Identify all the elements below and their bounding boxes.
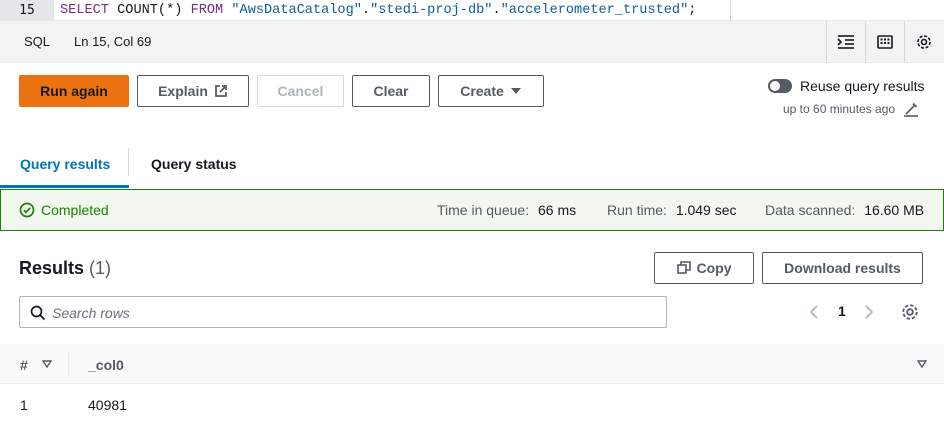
run-again-button[interactable]: Run again: [19, 75, 129, 107]
results-table-header: # _col0: [0, 344, 944, 384]
table-settings-icon[interactable]: [901, 303, 919, 321]
line-number: 15: [0, 0, 54, 21]
run-time-label: Run time:: [607, 202, 667, 218]
query-catalog: "AwsDataCatalog": [231, 3, 362, 18]
explain-button[interactable]: Explain: [137, 75, 249, 107]
query-function: COUNT(*): [117, 3, 183, 18]
column-header-col0[interactable]: _col0: [88, 357, 124, 373]
language-label: SQL: [24, 34, 51, 49]
search-icon: [30, 305, 46, 321]
run-again-label: Run again: [40, 83, 108, 99]
tab-query-results[interactable]: Query results: [20, 139, 110, 189]
query-keyword-from: FROM: [190, 3, 224, 18]
results-count: (1): [89, 258, 112, 278]
reuse-results-label: Reuse query results: [800, 78, 925, 94]
sql-editor-line[interactable]: 15 SELECT COUNT(*) FROM "AwsDataCatalog"…: [0, 0, 944, 21]
data-scanned: Data scanned: 16.60 MB: [765, 202, 924, 218]
reuse-results-toggle[interactable]: [768, 79, 792, 93]
indent-icon[interactable]: [826, 21, 865, 63]
run-time: Run time: 1.049 sec: [607, 202, 737, 218]
search-rows-input[interactable]: Search rows: [19, 296, 667, 328]
explain-label: Explain: [158, 83, 208, 99]
clear-label: Clear: [373, 83, 409, 99]
query-table: "accelerometer_trusted": [500, 3, 689, 18]
settings-icon[interactable]: [904, 21, 943, 63]
status-badge: Completed: [19, 202, 109, 218]
active-tab-indicator: [0, 185, 129, 188]
previous-page-icon[interactable]: [808, 305, 820, 319]
time-in-queue-value: 66 ms: [537, 202, 577, 218]
sort-icon[interactable]: [42, 360, 52, 368]
sort-icon[interactable]: [917, 360, 927, 368]
external-link-icon: [214, 85, 227, 97]
cancel-label: Cancel: [277, 83, 324, 99]
query-status-bar: Completed Time in queue: 66 ms Run time:…: [0, 189, 944, 231]
column-divider: [68, 352, 69, 376]
caret-down-icon: [510, 88, 521, 94]
query-terminator: ;: [688, 3, 697, 18]
editor-ruler: [730, 0, 731, 21]
time-in-queue-label: Time in queue:: [437, 202, 530, 218]
next-page-icon[interactable]: [863, 305, 875, 319]
column-header-index: #: [20, 357, 28, 373]
query-schema: "stedi-proj-db": [370, 3, 493, 18]
run-time-value: 1.049 sec: [675, 202, 737, 218]
current-page[interactable]: 1: [838, 303, 846, 319]
copy-label: Copy: [696, 260, 732, 276]
row-value-col0: 40981: [88, 397, 127, 413]
edit-icon[interactable]: [903, 101, 919, 117]
status-text: Completed: [41, 202, 109, 218]
results-title: Results: [19, 258, 85, 278]
download-results-button[interactable]: Download results: [762, 252, 923, 284]
cursor-position: Ln 15, Col 69: [74, 34, 152, 49]
keyboard-icon[interactable]: [865, 21, 904, 63]
query-keyword-select: SELECT: [60, 3, 109, 18]
time-in-queue: Time in queue: 66 ms: [437, 202, 576, 218]
row-index: 1: [20, 397, 28, 413]
sql-query-text[interactable]: SELECT COUNT(*) FROM "AwsDataCatalog"."s…: [60, 0, 696, 21]
editor-statusbar: SQL Ln 15, Col 69: [0, 21, 944, 63]
data-scanned-value: 16.60 MB: [864, 202, 925, 218]
results-heading: Results (1): [19, 258, 111, 279]
table-row: 1 40981: [0, 384, 944, 422]
check-circle-icon: [19, 202, 35, 218]
copy-icon: [676, 261, 691, 274]
create-button[interactable]: Create: [438, 75, 544, 107]
copy-button[interactable]: Copy: [654, 252, 754, 284]
download-results-label: Download results: [784, 260, 901, 276]
data-scanned-label: Data scanned:: [765, 202, 856, 218]
clear-button[interactable]: Clear: [352, 75, 430, 107]
cancel-button[interactable]: Cancel: [257, 75, 344, 107]
tab-query-status[interactable]: Query status: [151, 139, 237, 189]
search-placeholder: Search rows: [52, 305, 130, 321]
results-tabs: Query results Query status: [0, 139, 944, 189]
tab-divider: [128, 148, 129, 176]
reuse-results-age: up to 60 minutes ago: [783, 102, 896, 116]
create-label: Create: [460, 83, 504, 99]
